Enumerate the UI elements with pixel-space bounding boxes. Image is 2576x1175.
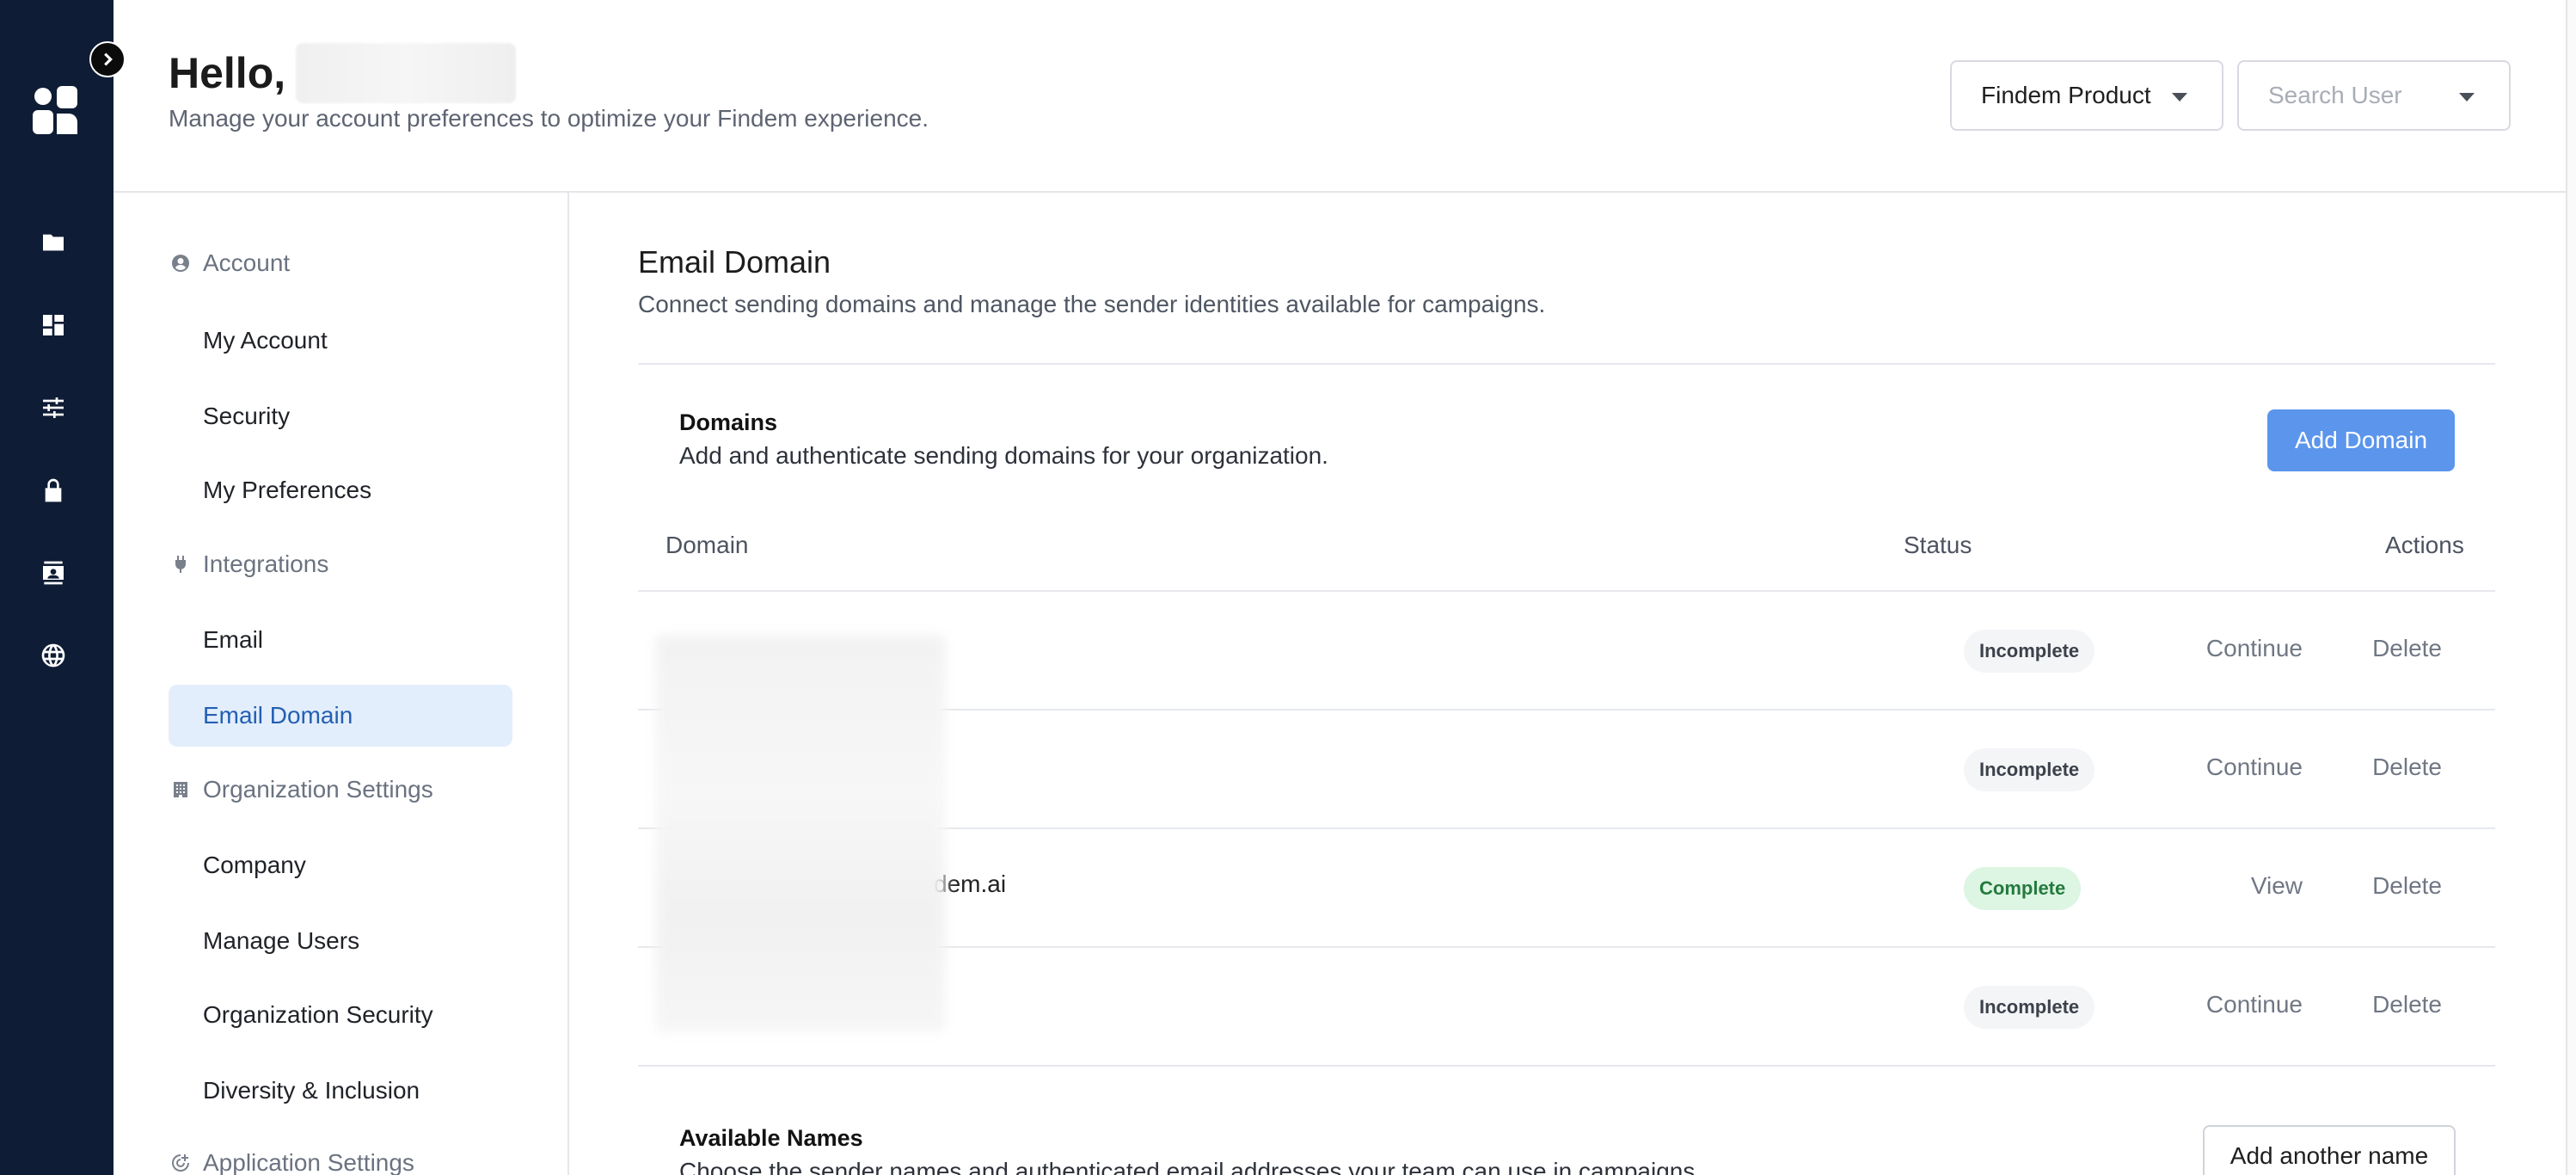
add-domain-button[interactable]: Add Domain xyxy=(2267,409,2455,471)
lock-icon[interactable] xyxy=(38,475,69,506)
expand-sidebar-button[interactable] xyxy=(89,41,126,77)
redacted-user-name xyxy=(296,43,517,103)
dashboard-icon[interactable] xyxy=(38,310,69,341)
search-user-dropdown[interactable]: Search User xyxy=(2237,60,2511,131)
page-scrollbar[interactable] xyxy=(2566,0,2576,1175)
search-user-placeholder: Search User xyxy=(2268,82,2402,108)
status-badge: Complete xyxy=(1964,867,2082,910)
caret-down-icon xyxy=(2459,93,2475,102)
nav-section-application-settings: Application Settings xyxy=(170,1149,414,1175)
continue-button[interactable]: Continue xyxy=(2206,754,2303,781)
status-badge: Incomplete xyxy=(1964,986,2095,1029)
domains-title: Domains xyxy=(679,409,778,435)
nav-item-security[interactable]: Security xyxy=(169,385,512,447)
nav-item-manage-users[interactable]: Manage Users xyxy=(169,910,512,972)
status-badge: Incomplete xyxy=(1964,748,2095,791)
nav-item-my-preferences[interactable]: My Preferences xyxy=(169,459,512,521)
domains-description: Add and authenticate sending domains for… xyxy=(679,442,1328,469)
continue-button[interactable]: Continue xyxy=(2206,991,2303,1018)
continue-button[interactable]: Continue xyxy=(2206,635,2303,662)
nav-section-label: Integrations xyxy=(203,551,329,577)
greeting: Hello, xyxy=(169,43,517,103)
plug-icon xyxy=(175,556,186,573)
nav-item-diversity-inclusion[interactable]: Diversity & Inclusion xyxy=(169,1060,512,1122)
nav-section-label: Application Settings xyxy=(203,1149,414,1175)
nav-item-email-domain[interactable]: Email Domain xyxy=(169,685,512,747)
column-header-status: Status xyxy=(1904,532,1972,558)
page-description: Connect sending domains and manage the s… xyxy=(638,291,1546,317)
nav-section-organization-settings: Organization Settings xyxy=(170,776,433,803)
building-icon xyxy=(174,782,187,797)
header-subtitle: Manage your account preferences to optim… xyxy=(169,105,929,132)
available-names-title: Available Names xyxy=(679,1125,863,1151)
nav-section-label: Organization Settings xyxy=(203,776,433,803)
findem-logo[interactable] xyxy=(33,86,79,136)
delete-button[interactable]: Delete xyxy=(2372,991,2442,1018)
app-settings-icon xyxy=(172,1154,189,1172)
sliders-icon[interactable] xyxy=(38,392,69,423)
nav-section-account: Account xyxy=(170,249,290,277)
folder-icon[interactable] xyxy=(38,227,69,258)
page-header: Hello, Manage your account preferences t… xyxy=(113,0,2566,193)
globe-icon[interactable] xyxy=(38,640,69,671)
status-badge: Incomplete xyxy=(1964,630,2095,673)
nav-item-company[interactable]: Company xyxy=(169,834,512,896)
settings-nav: Account My Account Security My Preferenc… xyxy=(113,193,569,1175)
redacted-domain-names xyxy=(655,635,946,1032)
nav-section-label: Account xyxy=(203,249,291,276)
nav-item-email[interactable]: Email xyxy=(169,609,512,671)
view-button[interactable]: View xyxy=(2251,872,2303,900)
chevron-right-icon xyxy=(104,52,113,66)
user-circle-icon xyxy=(172,255,189,272)
delete-button[interactable]: Delete xyxy=(2372,754,2442,781)
nav-item-my-account[interactable]: My Account xyxy=(169,310,512,372)
greeting-label: Hello, xyxy=(169,49,286,97)
product-dropdown-value: Findem Product xyxy=(1981,82,2151,108)
column-header-actions: Actions xyxy=(2385,532,2464,558)
product-dropdown[interactable]: Findem Product xyxy=(1950,60,2223,131)
nav-section-integrations: Integrations xyxy=(170,551,328,578)
delete-button[interactable]: Delete xyxy=(2372,872,2442,900)
app-rail xyxy=(0,0,113,1175)
available-names-description: Choose the sender names and authenticate… xyxy=(679,1158,1702,1175)
add-another-name-button[interactable]: Add another name xyxy=(2203,1125,2456,1175)
delete-button[interactable]: Delete xyxy=(2372,635,2442,662)
column-header-domain: Domain xyxy=(665,532,749,558)
nav-item-organization-security[interactable]: Organization Security xyxy=(169,984,512,1046)
caret-down-icon xyxy=(2172,93,2187,102)
contact-card-icon[interactable] xyxy=(38,557,69,588)
divider xyxy=(638,363,2495,365)
page-title: Email Domain xyxy=(638,244,831,280)
